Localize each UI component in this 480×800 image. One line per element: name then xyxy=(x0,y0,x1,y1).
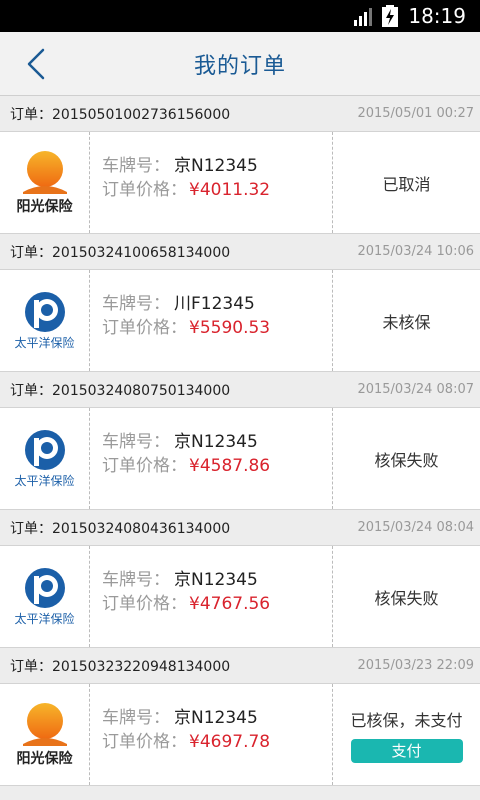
order-status-cell: 已取消 xyxy=(333,132,480,233)
order-status: 核保失败 xyxy=(374,588,439,608)
price-value: ¥4697.78 xyxy=(189,732,271,752)
insurer-name: 阳光保险 xyxy=(16,750,73,767)
order-label: 订单： xyxy=(10,106,52,123)
order-status: 核保失败 xyxy=(374,450,439,470)
order-status-cell: 已核保，未支付 支付 xyxy=(333,684,480,785)
plate-label: 车牌号： xyxy=(102,432,170,452)
order-status-cell: 核保失败 xyxy=(333,408,480,509)
plate-value: 京N12345 xyxy=(174,570,258,590)
status-bar: 18:19 xyxy=(0,0,480,32)
order-date: 2015/03/24 08:04 xyxy=(357,520,474,535)
price-label: 订单价格： xyxy=(102,456,187,476)
order-header-partial xyxy=(0,786,480,800)
order-header: 订单：20150324100658134000 2015/03/24 10:06 xyxy=(0,234,480,270)
order-card[interactable]: 阳光保险 车牌号： 京N12345 订单价格： ¥4697.78 已核保，未支付 支… xyxy=(0,684,480,786)
price-value: ¥4587.86 xyxy=(189,456,271,476)
order-number: 20150323220948134000 xyxy=(52,658,231,675)
order-number: 20150324080750134000 xyxy=(52,382,231,399)
insurer-name: 太平洋保险 xyxy=(14,612,75,626)
order-date: 2015/03/24 10:06 xyxy=(357,244,474,259)
insurer-name: 阳光保险 xyxy=(16,198,73,215)
cpic-logo-icon xyxy=(24,430,65,470)
order-number: 20150324100658134000 xyxy=(52,244,231,261)
plate-label: 车牌号： xyxy=(102,570,170,590)
order-info: 车牌号： 京N12345 订单价格： ¥4767.56 xyxy=(90,546,333,647)
insurer-logo: 太平洋保险 xyxy=(0,546,90,647)
insurer-logo: 太平洋保险 xyxy=(0,408,90,509)
order-status: 已核保，未支付 xyxy=(350,710,463,730)
order-status: 已取消 xyxy=(382,174,431,194)
price-label: 订单价格： xyxy=(102,318,187,338)
order-number: 20150324080436134000 xyxy=(52,520,231,537)
order-header: 订单：20150323220948134000 2015/03/23 22:09 xyxy=(0,648,480,684)
price-value: ¥4767.56 xyxy=(189,594,271,614)
sunshine-logo-icon xyxy=(22,702,67,746)
order-header: 订单：20150324080750134000 2015/03/24 08:07 xyxy=(0,372,480,408)
page-title: 我的订单 xyxy=(193,53,286,79)
order-info: 车牌号： 京N12345 订单价格： ¥4011.32 xyxy=(90,132,333,233)
plate-label: 车牌号： xyxy=(102,294,170,314)
price-label: 订单价格： xyxy=(102,594,187,614)
order-info: 车牌号： 京N12345 订单价格： ¥4587.86 xyxy=(90,408,333,509)
order-label: 订单： xyxy=(10,244,52,261)
order-label: 订单： xyxy=(10,382,52,399)
insurer-logo: 太平洋保险 xyxy=(0,270,90,371)
chevron-left-icon xyxy=(27,48,45,80)
order-list[interactable]: 订单：20150501002736156000 2015/05/01 00:27… xyxy=(0,96,480,800)
order-date: 2015/03/23 22:09 xyxy=(357,658,474,673)
pay-button[interactable]: 支付 xyxy=(350,738,463,763)
order-card[interactable]: 太平洋保险 车牌号： 川F12345 订单价格： ¥5590.53 未核保 xyxy=(0,270,480,372)
order-info: 车牌号： 京N12345 订单价格： ¥4697.78 xyxy=(90,684,333,785)
signal-icon xyxy=(354,8,373,26)
order-info: 车牌号： 川F12345 订单价格： ¥5590.53 xyxy=(90,270,333,371)
cpic-logo-icon xyxy=(24,568,65,608)
order-date: 2015/03/24 08:07 xyxy=(357,382,474,397)
order-label: 订单： xyxy=(10,520,52,537)
order-card[interactable]: 太平洋保险 车牌号： 京N12345 订单价格： ¥4587.86 核保失败 xyxy=(0,408,480,510)
plate-label: 车牌号： xyxy=(102,708,170,728)
price-label: 订单价格： xyxy=(102,732,187,752)
cpic-logo-icon xyxy=(24,292,65,332)
plate-value: 京N12345 xyxy=(174,708,258,728)
battery-charging-icon xyxy=(382,5,399,27)
order-status-cell: 核保失败 xyxy=(333,546,480,647)
order-status-cell: 未核保 xyxy=(333,270,480,371)
sunshine-logo-icon xyxy=(22,150,67,194)
status-time: 18:19 xyxy=(408,4,466,28)
order-status: 未核保 xyxy=(382,312,431,332)
insurer-name: 太平洋保险 xyxy=(14,336,75,350)
back-button[interactable] xyxy=(18,46,54,82)
order-number: 20150501002736156000 xyxy=(52,106,231,123)
order-card[interactable]: 太平洋保险 车牌号： 京N12345 订单价格： ¥4767.56 核保失败 xyxy=(0,546,480,648)
insurer-logo: 阳光保险 xyxy=(0,684,90,785)
plate-value: 京N12345 xyxy=(174,156,258,176)
price-value: ¥5590.53 xyxy=(189,318,271,338)
order-card[interactable]: 阳光保险 车牌号： 京N12345 订单价格： ¥4011.32 已取消 xyxy=(0,132,480,234)
order-date: 2015/05/01 00:27 xyxy=(357,106,474,121)
plate-value: 川F12345 xyxy=(174,294,255,314)
title-bar: 我的订单 xyxy=(0,32,480,96)
insurer-name: 太平洋保险 xyxy=(14,474,75,488)
plate-value: 京N12345 xyxy=(174,432,258,452)
order-header: 订单：20150501002736156000 2015/05/01 00:27 xyxy=(0,96,480,132)
insurer-logo: 阳光保险 xyxy=(0,132,90,233)
price-value: ¥4011.32 xyxy=(189,180,271,200)
price-label: 订单价格： xyxy=(102,180,187,200)
plate-label: 车牌号： xyxy=(102,156,170,176)
order-header: 订单：20150324080436134000 2015/03/24 08:04 xyxy=(0,510,480,546)
order-label: 订单： xyxy=(10,658,52,675)
